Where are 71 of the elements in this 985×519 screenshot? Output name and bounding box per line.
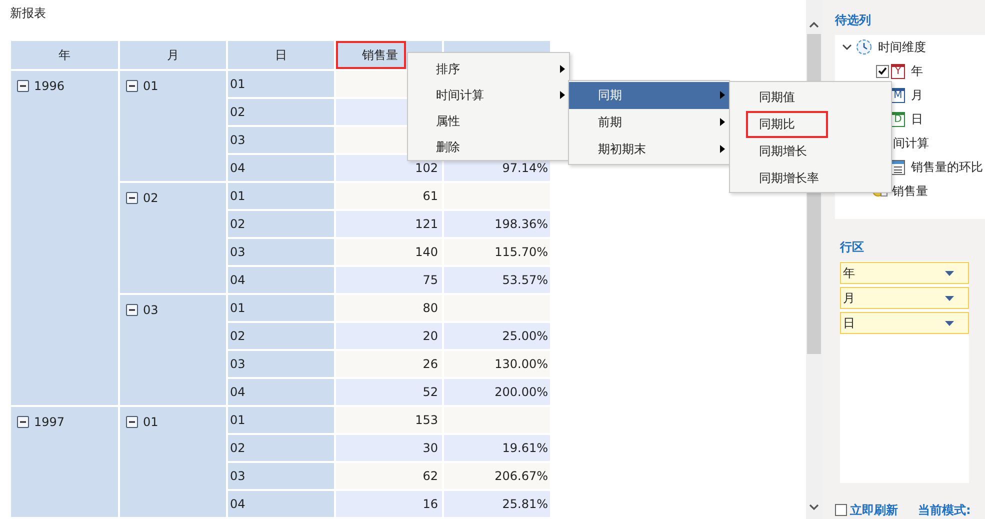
ratio-cell: 53.57% [443,266,551,294]
menu-item[interactable]: 同期增长率 [746,165,827,192]
menu-item[interactable]: 同期 [569,82,729,109]
calendar-icon: Y [891,64,905,78]
mode-label: 当前模式: [918,502,971,519]
day-cell: 04 [227,266,335,294]
day-cell: 04 [227,154,335,182]
sales-cell: 75 [335,266,443,294]
sales-cell: 26 [335,350,443,378]
day-cell: 03 [227,126,335,154]
ratio-cell: 25.00% [443,322,551,350]
year-label: 1996 [34,78,65,95]
column-header[interactable]: 月 [119,41,227,70]
year-label: 1997 [34,414,65,431]
sales-cell: 16 [335,490,443,518]
ratio-cell: 200.00% [443,378,551,406]
ratio-cell: 198.36% [443,210,551,238]
menu-item[interactable]: 期初期末 [569,136,729,163]
auto-refresh-label[interactable]: 立即刷新 [850,501,898,519]
menu-item[interactable]: 同期增长 [746,138,815,165]
tree-item[interactable]: 时间维度 [878,38,926,56]
day-cell: 02 [227,434,335,462]
row-field-dropdown[interactable]: 日 [840,312,969,334]
day-cell: 03 [227,462,335,490]
report-title: 新报表 [10,5,47,21]
row-area-title: 行区 [840,239,865,256]
ratio-cell: 25.81% [443,490,551,518]
panel-title: 待选列 [835,12,872,28]
ratio-cell: 130.00% [443,350,551,378]
day-cell: 02 [227,210,335,238]
menu-item[interactable]: 时间计算 [408,82,569,108]
sales-cell: 20 [335,322,443,350]
sales-cell: 153 [335,406,443,434]
day-cell: 01 [227,294,335,322]
day-cell: 01 [227,406,335,434]
sales-cell: 52 [335,378,443,406]
tree-item[interactable]: 日 [911,110,923,128]
ratio-cell: 19.61% [443,434,551,462]
sales-cell: 61 [335,182,443,210]
row-field-dropdown[interactable]: 月 [840,287,969,310]
day-cell: 01 [227,182,335,210]
menu-item[interactable]: 同期比 [746,111,828,138]
menu-item[interactable]: 同期值 [746,84,803,111]
sales-cell: 140 [335,238,443,266]
sales-cell: 80 [335,294,443,322]
sales-cell: 30 [335,434,443,462]
sales-cell: 121 [335,210,443,238]
day-cell: 01 [227,70,335,98]
tree-item[interactable]: 销售量 [892,182,928,200]
menu-item[interactable]: 属性 [408,108,569,134]
day-cell: 04 [227,378,335,406]
ratio-cell: 206.67% [443,462,551,490]
column-header[interactable]: 年 [11,41,119,70]
tree-item[interactable]: 间计算 [893,134,929,152]
month-label: 02 [143,190,158,207]
tree-item[interactable]: 年 [911,62,923,80]
row-field-dropdown[interactable]: 年 [840,262,969,284]
sales-cell: 62 [335,462,443,490]
ratio-cell: 115.70% [443,238,551,266]
tree-item[interactable]: 销售量的环比 [911,158,983,176]
day-cell: 02 [227,98,335,126]
column-header[interactable]: 日 [227,41,335,70]
day-cell: 03 [227,350,335,378]
menu-item[interactable]: 前期 [569,109,729,136]
day-cell: 02 [227,322,335,350]
day-cell: 04 [227,490,335,518]
month-label: 01 [143,78,158,95]
day-cell: 03 [227,238,335,266]
tree-item[interactable]: 月 [911,86,923,104]
month-label: 01 [143,414,158,431]
month-label: 03 [143,302,158,319]
